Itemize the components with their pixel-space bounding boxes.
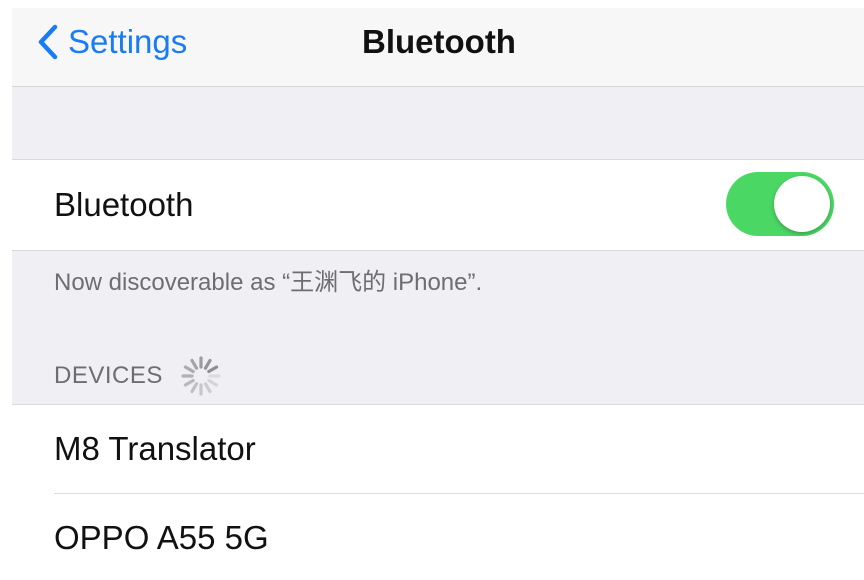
bluetooth-switch[interactable] — [726, 172, 834, 236]
device-name: M8 Translator — [54, 430, 256, 467]
spinner-spoke — [203, 358, 212, 370]
navigation-bar: Settings Bluetooth — [12, 8, 864, 87]
devices-header-label: DEVICES — [54, 362, 163, 389]
list-item[interactable]: M8 Translator — [12, 405, 864, 493]
devices-section-header: DEVICES — [54, 356, 223, 396]
discoverable-note: Now discoverable as “王渊飞的 iPhone”. — [54, 269, 483, 296]
bluetooth-toggle-label: Bluetooth — [54, 186, 194, 223]
spinner-spoke — [203, 382, 212, 394]
devices-list: M8 Translator OPPO A55 5G — [12, 404, 864, 580]
spinner-spoke — [183, 365, 195, 374]
device-name: OPPO A55 5G — [54, 519, 269, 556]
bluetooth-toggle-row: Bluetooth — [12, 159, 864, 251]
bluetooth-settings-screen: Settings Bluetooth Bluetooth Now discove… — [12, 8, 864, 580]
page-title: Bluetooth — [362, 23, 516, 60]
spinner-spoke — [207, 378, 219, 387]
spinner-spoke — [190, 382, 198, 394]
spinner-spoke — [183, 378, 195, 387]
spinner-icon — [181, 356, 221, 396]
switch-knob — [774, 176, 830, 232]
back-button-label: Settings — [68, 23, 188, 60]
back-button[interactable]: Settings — [36, 22, 187, 62]
spinner-spoke — [190, 358, 198, 370]
list-item[interactable]: OPPO A55 5G — [12, 494, 864, 580]
spinner-spoke — [207, 365, 219, 374]
chevron-left-icon — [38, 24, 58, 60]
